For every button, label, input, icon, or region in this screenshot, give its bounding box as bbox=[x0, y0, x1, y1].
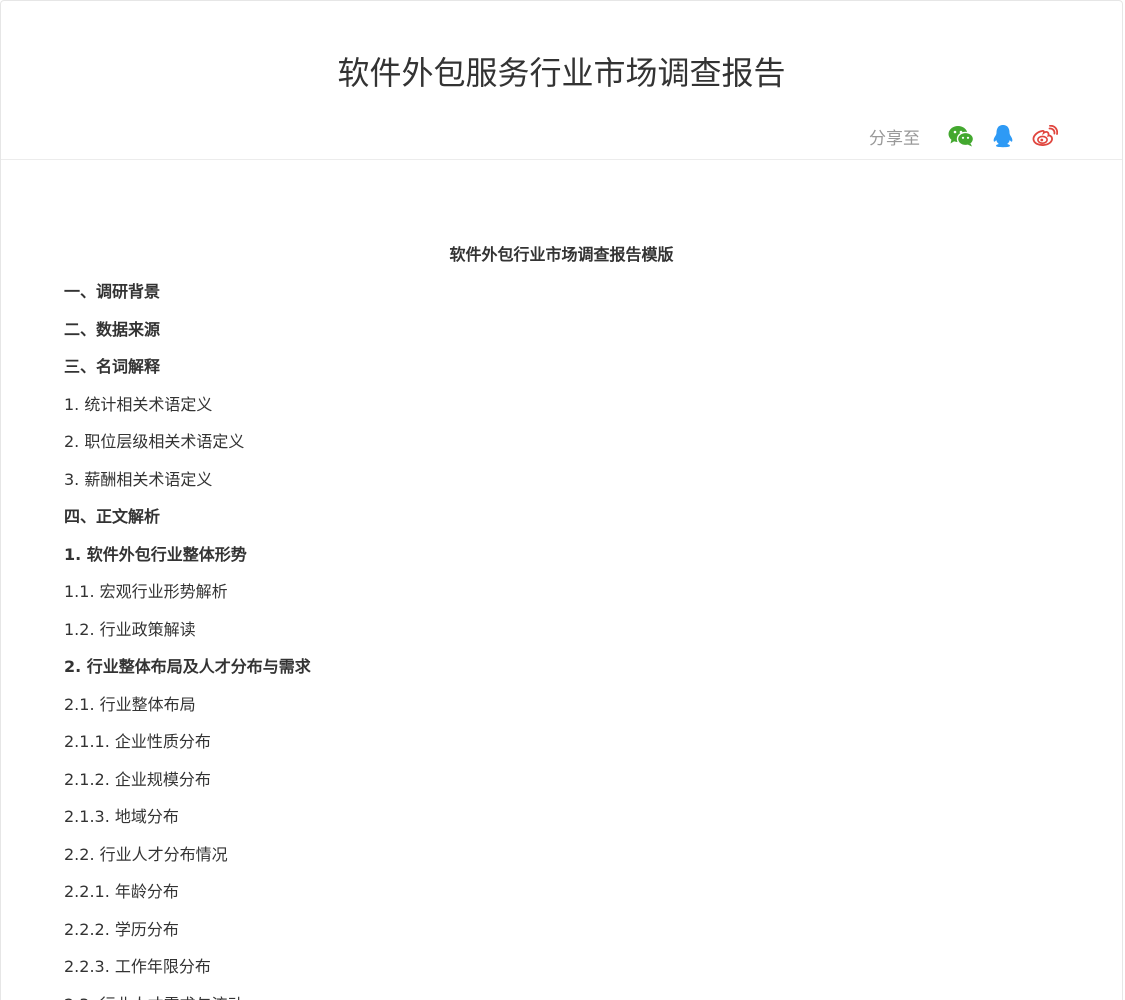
weibo-icon bbox=[1032, 125, 1058, 146]
toc-item: 2.2.1. 年龄分布 bbox=[64, 882, 179, 901]
article-header: 软件外包服务行业市场调查报告 分享至 bbox=[1, 1, 1122, 160]
share-bar: 分享至 bbox=[869, 122, 1060, 150]
toc-item: 1.2. 行业政策解读 bbox=[64, 619, 196, 639]
toc-item: 2.2.3. 工作年限分布 bbox=[64, 957, 211, 976]
toc-item: 一、调研背景 bbox=[64, 282, 161, 301]
share-qq-button[interactable] bbox=[988, 122, 1018, 150]
toc-item: 1. 软件外包行业整体形势 bbox=[64, 544, 247, 564]
toc-item: 3. 薪酬相关术语定义 bbox=[64, 469, 213, 489]
table-of-contents: 一、调研背景 二、数据来源 三、名词解释 1. 统计相关术语定义 2. 职位层级相关术语… bbox=[64, 281, 1059, 1000]
toc-item: 2.2.2. 学历分布 bbox=[64, 919, 179, 939]
document-heading: 软件外包行业市场调查报告模版 bbox=[449, 245, 674, 264]
toc-item: 四、正文解析 bbox=[64, 507, 161, 526]
share-weibo-button[interactable] bbox=[1030, 122, 1060, 150]
toc-item: 三、名词解释 bbox=[64, 357, 161, 376]
toc-item: 2.3. 行业人才需求与流动 bbox=[64, 994, 1059, 1000]
toc-item: 二、数据来源 bbox=[64, 319, 161, 339]
toc-item: 2. 行业整体布局及人才分布与需求 bbox=[64, 657, 311, 676]
qq-icon bbox=[993, 125, 1013, 148]
toc-item: 2.1.3. 地域分布 bbox=[64, 807, 179, 826]
toc-item: 1. 统计相关术语定义 bbox=[64, 394, 213, 414]
page-title: 软件外包服务行业市场调查报告 bbox=[337, 54, 786, 92]
toc-item: 2. 职位层级相关术语定义 bbox=[64, 432, 245, 451]
article-page: 软件外包服务行业市场调查报告 分享至 软件外包行业市场调查报告模版 一、调研背景… bbox=[0, 0, 1123, 1000]
share-label: 分享至 bbox=[869, 128, 920, 149]
wechat-icon bbox=[948, 126, 974, 147]
toc-item: 2.1. 行业整体布局 bbox=[64, 694, 196, 714]
toc-item: 2.1.1. 企业性质分布 bbox=[64, 732, 211, 751]
toc-item: 2.2. 行业人才分布情况 bbox=[64, 844, 228, 864]
toc-item: 2.1.2. 企业规模分布 bbox=[64, 769, 211, 789]
toc-item: 1.1. 宏观行业形势解析 bbox=[64, 582, 228, 601]
share-wechat-button[interactable] bbox=[946, 122, 976, 150]
